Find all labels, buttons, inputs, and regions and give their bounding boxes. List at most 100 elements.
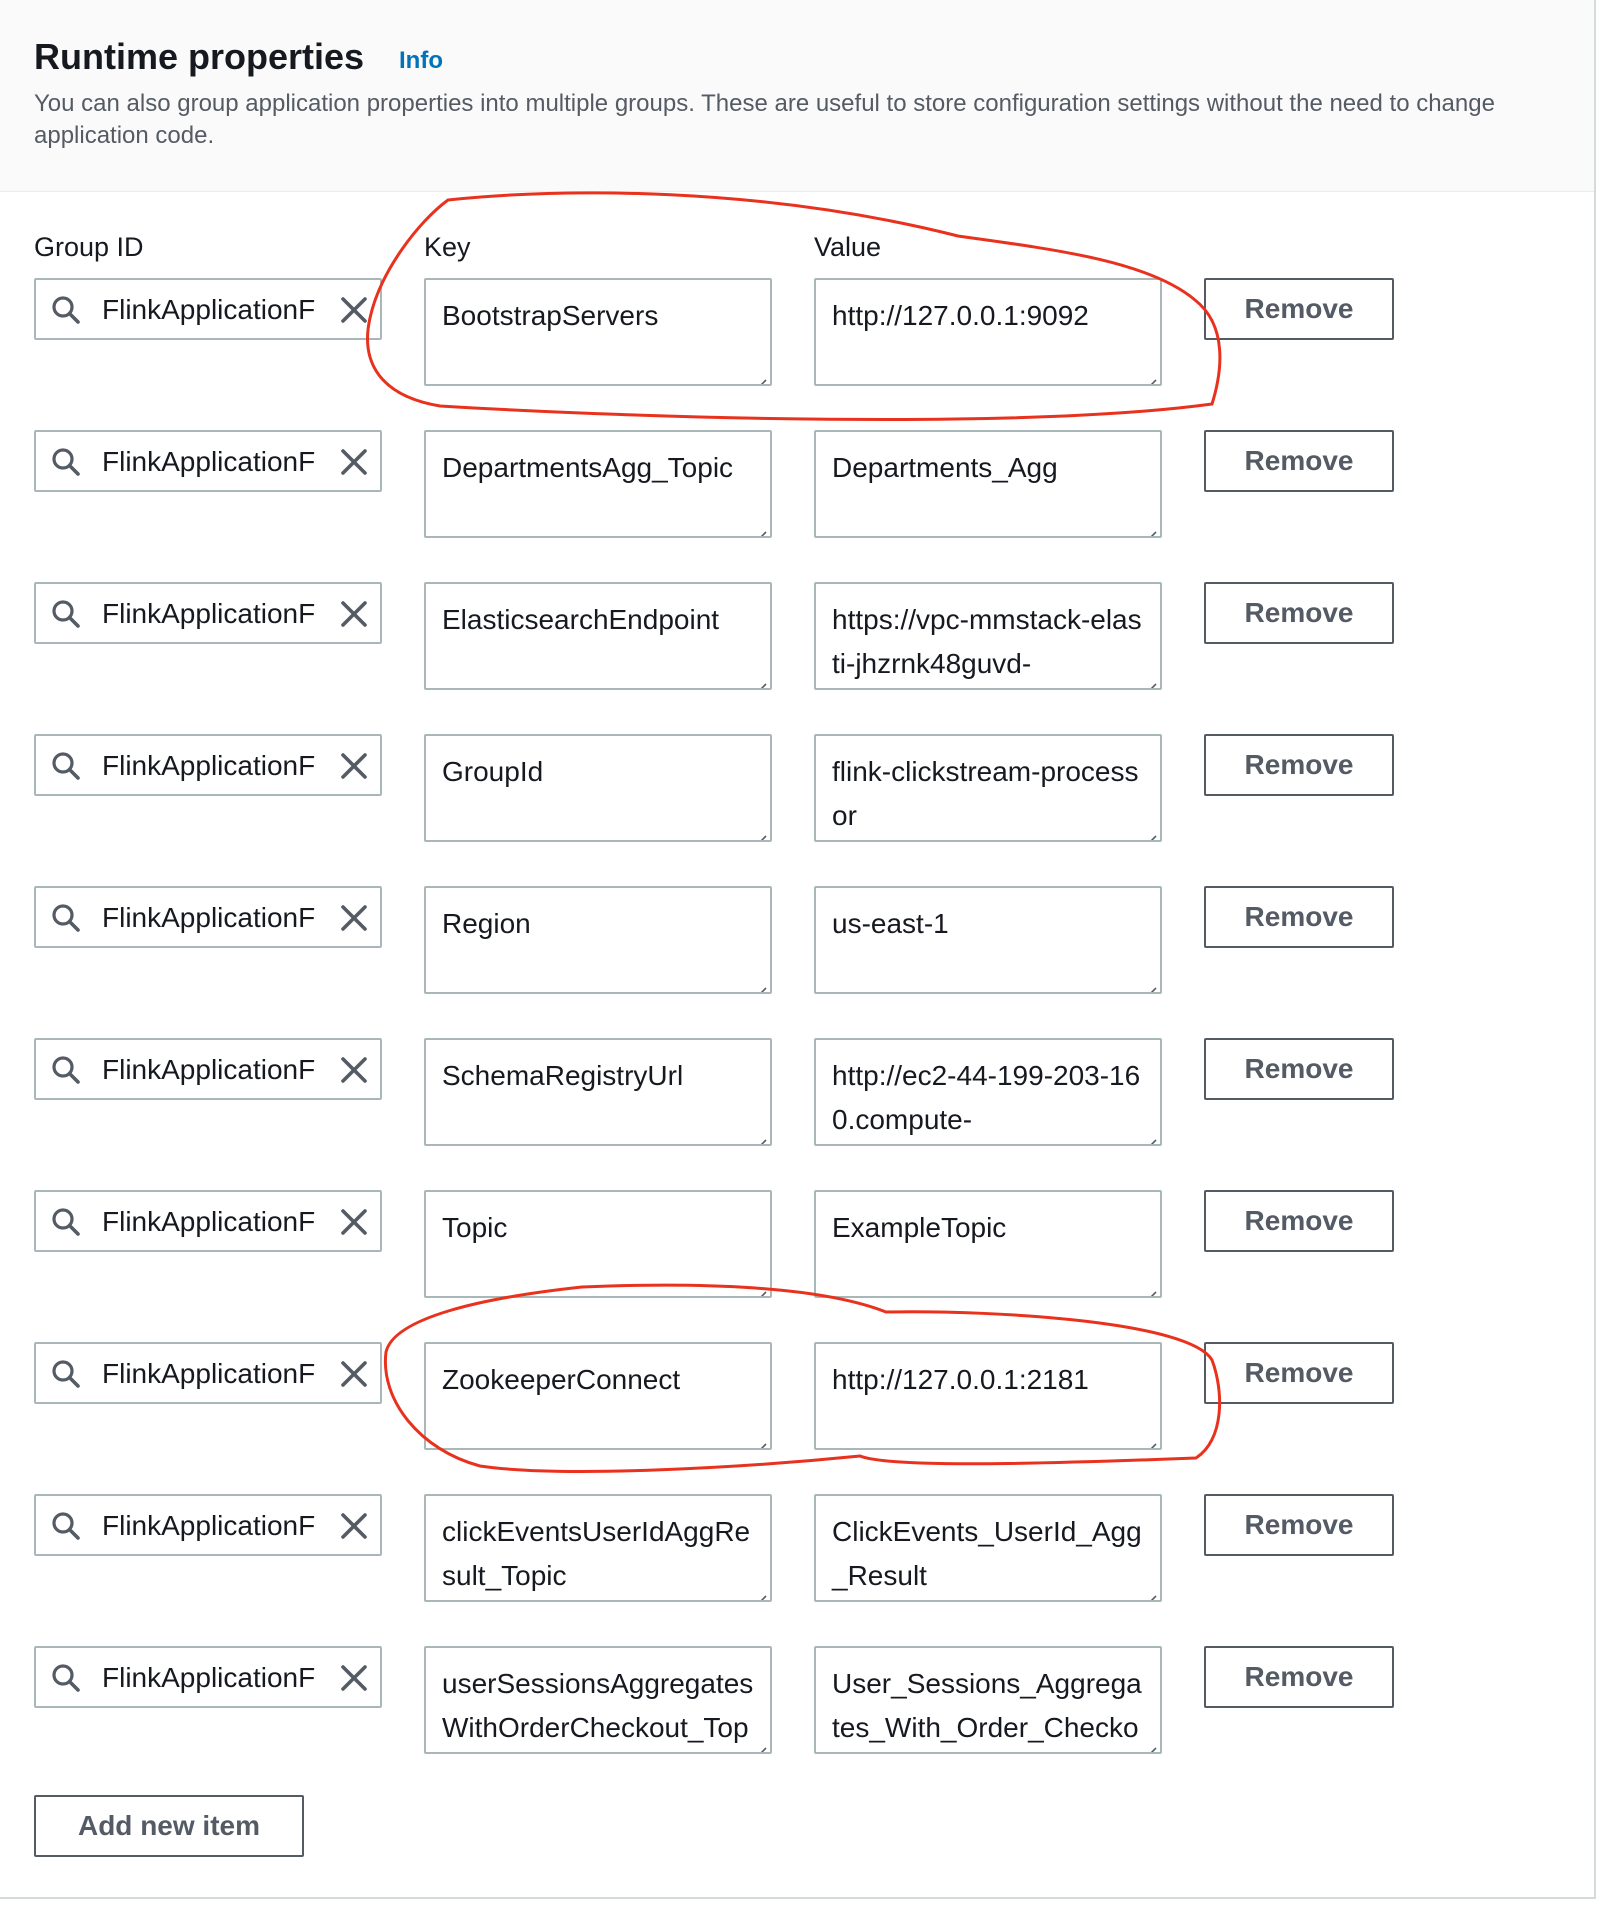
value-textarea[interactable]: User_Sessions_Aggregates_With_Order_Chec…: [814, 1646, 1162, 1754]
group-id-value[interactable]: FlinkApplicationF: [102, 446, 352, 478]
value-textarea[interactable]: Departments_Agg: [814, 430, 1162, 538]
value-textarea[interactable]: https://vpc-mmstack-elasti-jhzrnk48guvd-: [814, 582, 1162, 690]
remove-button[interactable]: Remove: [1204, 886, 1394, 948]
resize-handle-icon[interactable]: [1140, 820, 1158, 840]
key-textarea[interactable]: userSessionsAggregatesWithOrderCheckout_…: [424, 1646, 772, 1754]
resize-handle-icon[interactable]: [1140, 1732, 1158, 1752]
key-textarea[interactable]: Region: [424, 886, 772, 994]
group-id-field[interactable]: FlinkApplicationF: [34, 1646, 382, 1708]
close-icon[interactable]: [338, 750, 370, 782]
key-text[interactable]: GroupId: [442, 756, 543, 787]
add-new-item-button[interactable]: Add new item: [34, 1795, 304, 1857]
group-id-value[interactable]: FlinkApplicationF: [102, 1510, 352, 1542]
key-textarea[interactable]: SchemaRegistryUrl: [424, 1038, 772, 1146]
remove-button[interactable]: Remove: [1204, 1038, 1394, 1100]
group-id-value[interactable]: FlinkApplicationF: [102, 1358, 352, 1390]
group-id-value[interactable]: FlinkApplicationF: [102, 1054, 352, 1086]
resize-handle-icon[interactable]: [750, 820, 768, 840]
group-id-field[interactable]: FlinkApplicationF: [34, 1190, 382, 1252]
remove-button[interactable]: Remove: [1204, 1494, 1394, 1556]
value-text[interactable]: us-east-1: [832, 908, 949, 939]
close-icon[interactable]: [338, 1662, 370, 1694]
value-text[interactable]: https://vpc-mmstack-elasti-jhzrnk48guvd-: [832, 604, 1142, 679]
value-text[interactable]: ClickEvents_UserId_Agg_Result: [832, 1516, 1142, 1591]
resize-handle-icon[interactable]: [1140, 1276, 1158, 1296]
group-id-field[interactable]: FlinkApplicationF: [34, 1342, 382, 1404]
resize-handle-icon[interactable]: [750, 1124, 768, 1144]
resize-handle-icon[interactable]: [750, 1580, 768, 1600]
key-textarea[interactable]: ZookeeperConnect: [424, 1342, 772, 1450]
resize-handle-icon[interactable]: [750, 1732, 768, 1752]
remove-button[interactable]: Remove: [1204, 430, 1394, 492]
key-text[interactable]: SchemaRegistryUrl: [442, 1060, 683, 1091]
key-text[interactable]: DepartmentsAgg_Topic: [442, 452, 733, 483]
remove-button[interactable]: Remove: [1204, 1342, 1394, 1404]
group-id-field[interactable]: FlinkApplicationF: [34, 1494, 382, 1556]
resize-handle-icon[interactable]: [1140, 1124, 1158, 1144]
value-text[interactable]: http://127.0.0.1:2181: [832, 1364, 1089, 1395]
value-textarea[interactable]: http://127.0.0.1:2181: [814, 1342, 1162, 1450]
close-icon[interactable]: [338, 1510, 370, 1542]
remove-button[interactable]: Remove: [1204, 1190, 1394, 1252]
key-text[interactable]: userSessionsAggregatesWithOrderCheckout_…: [442, 1668, 753, 1743]
key-text[interactable]: ZookeeperConnect: [442, 1364, 680, 1395]
close-icon[interactable]: [338, 598, 370, 630]
resize-handle-icon[interactable]: [1140, 516, 1158, 536]
group-id-field[interactable]: FlinkApplicationF: [34, 278, 382, 340]
group-id-value[interactable]: FlinkApplicationF: [102, 902, 352, 934]
group-id-value[interactable]: FlinkApplicationF: [102, 1206, 352, 1238]
close-icon[interactable]: [338, 902, 370, 934]
resize-handle-icon[interactable]: [750, 972, 768, 992]
key-text[interactable]: Topic: [442, 1212, 507, 1243]
resize-handle-icon[interactable]: [1140, 972, 1158, 992]
resize-handle-icon[interactable]: [750, 1276, 768, 1296]
remove-button[interactable]: Remove: [1204, 278, 1394, 340]
resize-handle-icon[interactable]: [750, 516, 768, 536]
key-text[interactable]: BootstrapServers: [442, 300, 658, 331]
key-text[interactable]: clickEventsUserIdAggResult_Topic: [442, 1516, 750, 1591]
key-textarea[interactable]: BootstrapServers: [424, 278, 772, 386]
resize-handle-icon[interactable]: [750, 1428, 768, 1448]
key-text[interactable]: Region: [442, 908, 531, 939]
group-id-value[interactable]: FlinkApplicationF: [102, 750, 352, 782]
value-textarea[interactable]: us-east-1: [814, 886, 1162, 994]
group-id-value[interactable]: FlinkApplicationF: [102, 598, 352, 630]
group-id-value[interactable]: FlinkApplicationF: [102, 294, 352, 326]
key-textarea[interactable]: Topic: [424, 1190, 772, 1298]
group-id-field[interactable]: FlinkApplicationF: [34, 734, 382, 796]
value-textarea[interactable]: http://127.0.0.1:9092: [814, 278, 1162, 386]
value-text[interactable]: flink-clickstream-processor: [832, 756, 1139, 831]
value-textarea[interactable]: ClickEvents_UserId_Agg_Result: [814, 1494, 1162, 1602]
value-text[interactable]: http://ec2-44-199-203-160.compute-: [832, 1060, 1140, 1135]
close-icon[interactable]: [338, 1206, 370, 1238]
key-textarea[interactable]: GroupId: [424, 734, 772, 842]
group-id-field[interactable]: FlinkApplicationF: [34, 430, 382, 492]
value-text[interactable]: ExampleTopic: [832, 1212, 1006, 1243]
resize-handle-icon[interactable]: [1140, 364, 1158, 384]
group-id-value[interactable]: FlinkApplicationF: [102, 1662, 352, 1694]
close-icon[interactable]: [338, 294, 370, 326]
value-text[interactable]: http://127.0.0.1:9092: [832, 300, 1089, 331]
value-textarea[interactable]: ExampleTopic: [814, 1190, 1162, 1298]
resize-handle-icon[interactable]: [1140, 1580, 1158, 1600]
resize-handle-icon[interactable]: [1140, 1428, 1158, 1448]
close-icon[interactable]: [338, 1358, 370, 1390]
value-textarea[interactable]: flink-clickstream-processor: [814, 734, 1162, 842]
info-link[interactable]: Info: [399, 47, 443, 75]
key-textarea[interactable]: ElasticsearchEndpoint: [424, 582, 772, 690]
key-textarea[interactable]: DepartmentsAgg_Topic: [424, 430, 772, 538]
resize-handle-icon[interactable]: [1140, 668, 1158, 688]
resize-handle-icon[interactable]: [750, 364, 768, 384]
close-icon[interactable]: [338, 1054, 370, 1086]
remove-button[interactable]: Remove: [1204, 582, 1394, 644]
group-id-field[interactable]: FlinkApplicationF: [34, 886, 382, 948]
key-text[interactable]: ElasticsearchEndpoint: [442, 604, 719, 635]
close-icon[interactable]: [338, 446, 370, 478]
group-id-field[interactable]: FlinkApplicationF: [34, 1038, 382, 1100]
key-textarea[interactable]: clickEventsUserIdAggResult_Topic: [424, 1494, 772, 1602]
value-textarea[interactable]: http://ec2-44-199-203-160.compute-: [814, 1038, 1162, 1146]
remove-button[interactable]: Remove: [1204, 734, 1394, 796]
value-text[interactable]: User_Sessions_Aggregates_With_Order_Chec…: [832, 1668, 1142, 1752]
resize-handle-icon[interactable]: [750, 668, 768, 688]
remove-button[interactable]: Remove: [1204, 1646, 1394, 1708]
